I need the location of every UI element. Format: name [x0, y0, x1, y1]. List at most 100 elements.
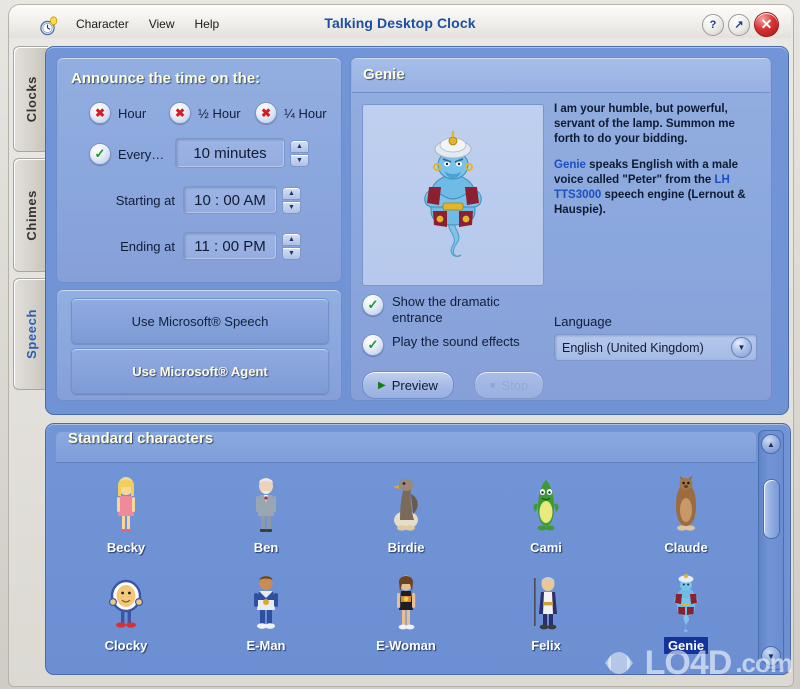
character-avatar-box — [362, 104, 544, 286]
speech-engine-panel: Use Microsoft® Speech Use Microsoft® Age… — [56, 289, 342, 401]
language-label: Language — [554, 314, 612, 329]
e-woman-sprite — [391, 570, 421, 632]
character-label-becky: Becky — [103, 539, 149, 556]
sidebar-item-speech[interactable]: Speech — [13, 278, 48, 390]
close-button[interactable]: ✕ — [754, 12, 779, 37]
language-select[interactable]: English (United Kingdom) ▼ — [554, 334, 757, 361]
character-detail-panel: Genie — [350, 57, 772, 401]
ending-stepper-up[interactable]: ▲ — [282, 233, 301, 246]
sidebar-item-clocks[interactable]: Clocks — [13, 46, 48, 152]
interval-stepper-up[interactable]: ▲ — [290, 140, 309, 153]
help-button[interactable]: ? — [702, 14, 724, 36]
character-item-ben[interactable]: Ben — [196, 468, 336, 566]
character-label-birdie: Birdie — [384, 539, 429, 556]
quarter-hour-x-icon[interactable]: ✖ — [255, 102, 277, 124]
character-voice-line: Genie speaks English with a male voice c… — [554, 158, 761, 218]
stop-icon: ■ — [490, 380, 495, 390]
starting-at-input[interactable]: 10 : 00 AM — [183, 186, 277, 214]
character-intro: I am your humble, but powerful, servant … — [554, 102, 761, 147]
application-window: Character View Help Talking Desktop Cloc… — [0, 0, 800, 689]
option-dramatic-entrance-label: Show the dramatic entrance — [392, 294, 532, 326]
window-controls: ? ↗ ✕ — [702, 12, 779, 37]
scroll-up-icon[interactable]: ▲ — [761, 434, 781, 454]
play-icon: ▶ — [378, 380, 386, 391]
felix-sprite — [529, 570, 563, 632]
stop-button: ■ Stop — [474, 371, 544, 399]
option-half-hour-label: ½ Hour — [198, 106, 241, 121]
page-title: Talking Desktop Clock — [9, 15, 791, 31]
preview-button[interactable]: ▶ Preview — [362, 371, 454, 399]
interval-stepper[interactable]: ▲ ▼ — [290, 140, 309, 167]
chevron-down-icon[interactable]: ▼ — [731, 337, 752, 358]
hour-x-icon[interactable]: ✖ — [89, 102, 111, 124]
birdie-sprite — [389, 472, 423, 534]
option-sound-effects-label: Play the sound effects — [392, 334, 520, 350]
ending-at-input[interactable]: 11 : 00 PM — [183, 232, 277, 260]
ben-sprite — [251, 472, 281, 534]
option-dramatic-entrance[interactable]: ✓ Show the dramatic entrance — [362, 294, 532, 326]
claude-sprite — [670, 472, 702, 534]
ending-at-label: Ending at — [77, 239, 175, 254]
genie-sprite — [401, 125, 505, 265]
use-microsoft-agent-button[interactable]: Use Microsoft® Agent — [71, 348, 329, 394]
dramatic-entrance-check-icon[interactable]: ✓ — [362, 294, 384, 316]
character-item-clocky[interactable]: Clocky — [56, 566, 196, 664]
ending-stepper[interactable]: ▲ ▼ — [282, 233, 301, 260]
characters-scrollbar[interactable]: ▲ ▼ — [758, 430, 784, 670]
interval-input[interactable]: 10 minutes — [175, 138, 285, 168]
character-item-becky[interactable]: Becky — [56, 468, 196, 566]
use-microsoft-speech-button[interactable]: Use Microsoft® Speech — [71, 298, 329, 344]
starting-stepper-down[interactable]: ▼ — [282, 201, 301, 214]
character-item-e-woman[interactable]: E-Woman — [336, 566, 476, 664]
character-label-felix: Felix — [527, 637, 565, 654]
option-hour-label: Hour — [118, 106, 146, 121]
every-check-icon[interactable]: ✓ — [89, 143, 111, 165]
option-quarter-hour[interactable]: ✖ ¼ Hour — [255, 102, 327, 124]
character-label-cami: Cami — [526, 539, 566, 556]
scrollbar-thumb[interactable] — [763, 479, 780, 539]
character-label-e-woman: E-Woman — [372, 637, 440, 654]
character-label-e-man: E-Man — [243, 637, 290, 654]
scroll-down-icon[interactable]: ▼ — [761, 646, 781, 666]
option-half-hour[interactable]: ✖ ½ Hour — [169, 102, 241, 124]
becky-sprite — [111, 472, 141, 534]
option-quarter-hour-label: ¼ Hour — [284, 106, 327, 121]
character-name-heading: Genie — [363, 66, 405, 83]
character-item-e-man[interactable]: E-Man — [196, 566, 336, 664]
character-item-cami[interactable]: Cami — [476, 468, 616, 566]
half-hour-x-icon[interactable]: ✖ — [169, 102, 191, 124]
characters-panel-title: Standard characters — [68, 430, 213, 447]
option-every-label: Every… — [118, 147, 164, 162]
character-item-genie[interactable]: Genie — [616, 566, 756, 664]
interval-field: 10 minutes ▲ ▼ — [175, 138, 309, 168]
character-item-birdie[interactable]: Birdie — [336, 468, 476, 566]
character-name-link[interactable]: Genie — [554, 159, 586, 171]
character-detail-header — [352, 59, 770, 93]
starting-at-label: Starting at — [77, 193, 175, 208]
starting-stepper-up[interactable]: ▲ — [282, 187, 301, 200]
interval-stepper-down[interactable]: ▼ — [290, 154, 309, 167]
stop-button-label: Stop — [501, 378, 528, 393]
sidebar-item-chimes[interactable]: Chimes — [13, 158, 48, 272]
character-label-clocky: Clocky — [101, 637, 152, 654]
option-hour[interactable]: ✖ Hour — [89, 102, 146, 124]
character-label-claude: Claude — [660, 539, 711, 556]
restore-button[interactable]: ↗ — [728, 14, 750, 36]
ending-stepper-down[interactable]: ▼ — [282, 247, 301, 260]
starting-stepper[interactable]: ▲ ▼ — [282, 187, 301, 214]
side-tab-strip: Clocks Chimes Speech — [13, 46, 47, 396]
character-description: I am your humble, but powerful, servant … — [554, 102, 761, 229]
option-every[interactable]: ✓ Every… — [89, 143, 164, 165]
language-select-value: English (United Kingdom) — [555, 341, 731, 355]
preview-button-label: Preview — [392, 378, 438, 393]
sidebar-item-label-speech: Speech — [24, 299, 39, 369]
characters-panel: Standard characters B — [45, 423, 791, 675]
option-sound-effects[interactable]: ✓ Play the sound effects — [362, 334, 520, 356]
character-item-claude[interactable]: Claude — [616, 468, 756, 566]
character-label-genie: Genie — [664, 637, 708, 654]
sidebar-item-label-chimes: Chimes — [24, 180, 39, 251]
character-item-felix[interactable]: Felix — [476, 566, 616, 664]
sound-effects-check-icon[interactable]: ✓ — [362, 334, 384, 356]
title-bar: Character View Help Talking Desktop Cloc… — [9, 5, 791, 38]
character-label-ben: Ben — [250, 539, 283, 556]
